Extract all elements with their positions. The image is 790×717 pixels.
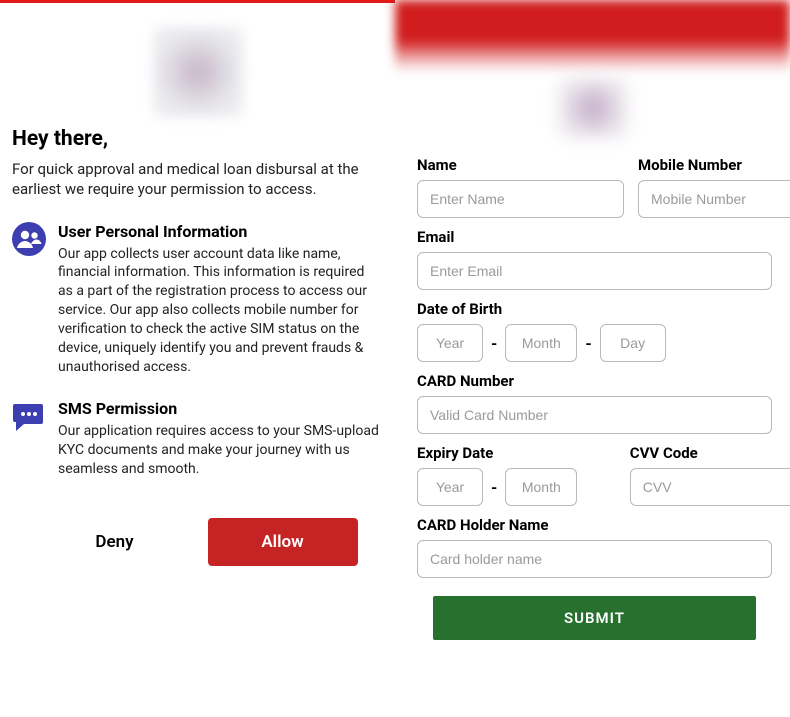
allow-button[interactable]: Allow: [208, 518, 358, 566]
card-form-screen: Name Mobile Number Email Date of Birth: [395, 0, 790, 717]
deny-button[interactable]: Deny: [40, 518, 190, 566]
submit-button[interactable]: SUBMIT: [433, 596, 756, 640]
name-label: Name: [417, 156, 624, 174]
sms-icon: [12, 399, 46, 433]
card-number-label: CARD Number: [417, 372, 772, 390]
dob-month-input[interactable]: [505, 324, 577, 362]
expiry-separator: -: [491, 478, 497, 497]
permission-sms-body: Our application requires access to your …: [58, 422, 381, 479]
header-accent-bar: [0, 0, 395, 3]
expiry-year-input[interactable]: [417, 468, 483, 506]
submit-button-label: SUBMIT: [564, 609, 625, 627]
expiry-month-input[interactable]: [505, 468, 577, 506]
greeting-title: Hey there,: [12, 127, 385, 151]
card-form: Name Mobile Number Email Date of Birth: [395, 138, 790, 640]
mobile-input[interactable]: [638, 180, 790, 218]
permission-user-info-body: Our app collects user account data like …: [58, 245, 381, 377]
dob-separator: -: [585, 334, 591, 353]
expiry-label: Expiry Date: [417, 444, 616, 462]
user-group-icon: [12, 222, 46, 256]
cvv-input[interactable]: [630, 468, 790, 506]
permission-user-info: User Personal Information Our app collec…: [12, 222, 385, 377]
dob-day-input[interactable]: [600, 324, 666, 362]
app-logo-blurred: [558, 78, 628, 138]
dob-year-input[interactable]: [417, 324, 483, 362]
allow-button-label: Allow: [261, 532, 303, 552]
greeting-subhead: For quick approval and medical loan disb…: [12, 159, 385, 200]
card-holder-label: CARD Holder Name: [417, 516, 772, 534]
mobile-label: Mobile Number: [638, 156, 790, 174]
header-banner-blurred: [395, 0, 790, 72]
permission-user-info-title: User Personal Information: [58, 222, 381, 241]
name-input[interactable]: [417, 180, 624, 218]
email-input[interactable]: [417, 252, 772, 290]
app-logo-blurred: [153, 27, 243, 117]
card-holder-input[interactable]: [417, 540, 772, 578]
cvv-label: CVV Code: [630, 444, 790, 462]
dob-separator: -: [491, 334, 497, 353]
permission-sms: SMS Permission Our application requires …: [12, 399, 385, 479]
permission-sms-title: SMS Permission: [58, 399, 381, 418]
deny-button-label: Deny: [95, 532, 133, 552]
dob-label: Date of Birth: [417, 300, 772, 318]
permissions-screen: Hey there, For quick approval and medica…: [0, 0, 395, 717]
card-number-input[interactable]: [417, 396, 772, 434]
email-label: Email: [417, 228, 772, 246]
